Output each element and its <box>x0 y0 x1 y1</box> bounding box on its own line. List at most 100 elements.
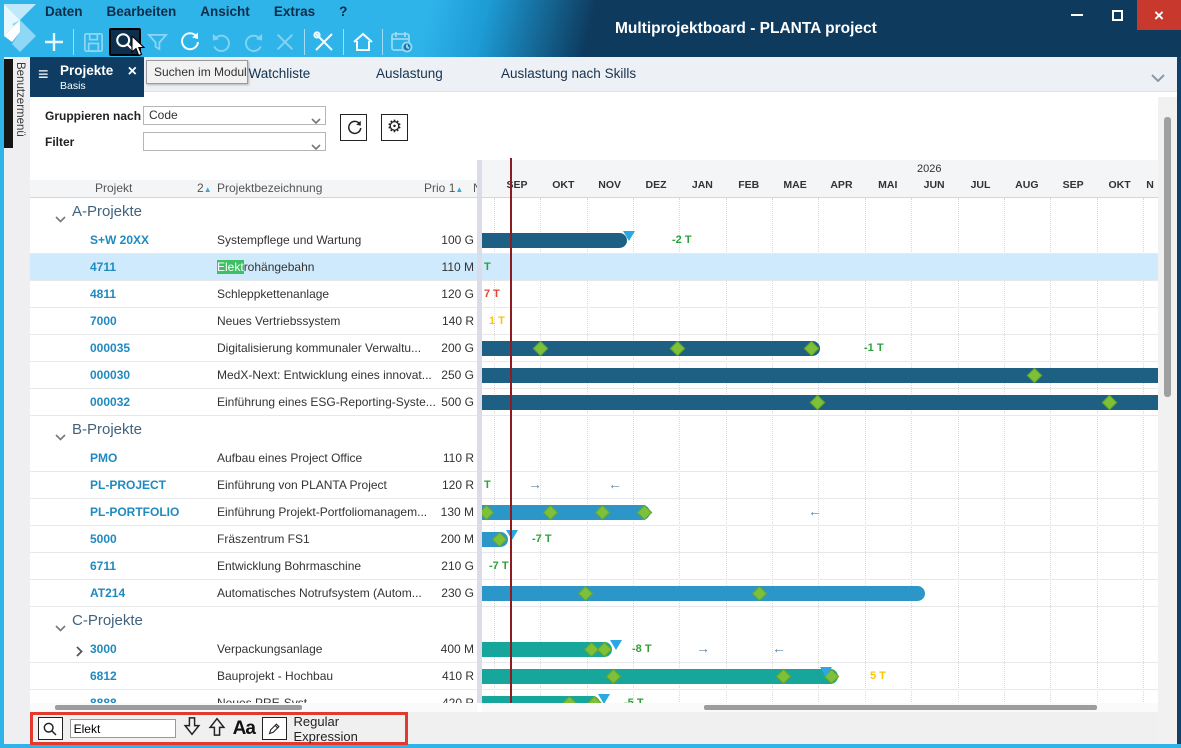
menu-daten[interactable]: Daten <box>45 4 83 19</box>
highlight-marker-icon[interactable] <box>262 717 287 740</box>
table-row[interactable]: 000030MedX-Next: Entwicklung eines innov… <box>30 362 1158 389</box>
minimize-button[interactable] <box>1057 0 1097 30</box>
gantt-bar[interactable] <box>482 586 925 601</box>
tab-close-icon[interactable]: × <box>128 64 137 80</box>
project-code[interactable]: 5000 <box>90 532 117 546</box>
close-module-icon[interactable] <box>269 28 301 56</box>
table-row[interactable]: 6711Entwicklung Bohrmaschine210 G-7 T <box>30 553 1158 580</box>
project-code[interactable]: 4711 <box>90 260 116 274</box>
match-case-button[interactable]: Aa <box>233 718 255 740</box>
project-code[interactable]: PL-PORTFOLIO <box>90 505 179 519</box>
calendar-clock-icon[interactable] <box>386 28 418 56</box>
table-row[interactable]: AT214Automatisches Notrufsystem (Autom..… <box>30 580 1158 607</box>
group-by-select[interactable]: Code <box>143 106 326 125</box>
menu-bearbeiten[interactable]: Bearbeiten <box>107 4 177 19</box>
arrow-left-icon[interactable]: ← <box>608 476 622 492</box>
table-row[interactable]: 5000Fräszentrum FS1200 M-7 T <box>30 526 1158 553</box>
table-row[interactable]: S+W 20XXSystempflege und Wartung100 G-2 … <box>30 227 1158 254</box>
project-code[interactable]: 3000 <box>90 642 117 656</box>
table-row[interactable]: 000035Digitalisierung kommunaler Verwalt… <box>30 335 1158 362</box>
project-code[interactable]: S+W 20XX <box>90 233 149 247</box>
gantt-vscrollbar[interactable] <box>1158 97 1177 744</box>
close-button[interactable]: × <box>1137 0 1181 30</box>
module-settings-button[interactable]: ⚙ <box>381 114 408 141</box>
chevron-down-icon[interactable] <box>55 619 66 637</box>
end-marker-triangle[interactable] <box>506 530 518 540</box>
col-projekt[interactable]: Projekt <box>95 181 132 195</box>
project-code[interactable]: 6711 <box>90 559 116 573</box>
table-row[interactable]: PL-PROJECTEinführung von PLANTA Project1… <box>30 472 1158 499</box>
gantt-hscrollbar[interactable] <box>482 703 1158 712</box>
redo-icon[interactable] <box>237 28 269 56</box>
table-hscrollbar[interactable] <box>30 703 477 712</box>
table-row[interactable]: PL-PORTFOLIOEinführung Projekt-Portfolio… <box>30 499 1158 526</box>
menu-extras[interactable]: Extras <box>274 4 315 19</box>
project-code[interactable]: 4811 <box>90 287 116 301</box>
tab-projekte-active[interactable]: ≡ Projekte Basis × <box>30 57 144 97</box>
chevron-down-icon[interactable] <box>1151 69 1165 87</box>
table-row[interactable]: 000032Einführung eines ESG-Reporting-Sys… <box>30 389 1158 416</box>
table-row[interactable]: 6812Bauprojekt - Hochbau410 R5 T <box>30 663 1158 690</box>
project-code[interactable]: PL-PROJECT <box>90 478 166 492</box>
filter-select[interactable] <box>143 132 326 151</box>
search-icon[interactable] <box>38 717 63 740</box>
menu-ansicht[interactable]: Ansicht <box>200 4 250 19</box>
table-row[interactable]: 7000Neues Vertriebssystem140 R1 T <box>30 308 1158 335</box>
gantt-bar[interactable] <box>482 696 600 703</box>
refresh-icon[interactable] <box>173 28 205 56</box>
gantt-vscroll-thumb[interactable] <box>1164 117 1171 397</box>
col-prio[interactable]: Prio 1▲ <box>424 181 463 195</box>
table-row[interactable]: 8888Neues PRE-Syst...420 R-5 T <box>30 690 1158 703</box>
group-row[interactable]: C-Projekte <box>30 607 1158 636</box>
tools-icon[interactable] <box>308 28 340 56</box>
hamburger-icon[interactable]: ≡ <box>38 65 49 83</box>
group-row[interactable]: A-Projekte <box>30 198 1158 227</box>
project-code[interactable]: 6812 <box>90 669 117 683</box>
end-marker-triangle[interactable] <box>820 667 832 677</box>
table-row[interactable]: 4711Elektrohängebahn110 MT <box>30 254 1158 281</box>
project-code[interactable]: 7000 <box>90 314 117 328</box>
tab-auslastung-nach-skills[interactable]: Auslastung nach Skills <box>501 66 636 81</box>
module-refresh-button[interactable] <box>340 114 367 141</box>
find-previous-icon[interactable] <box>208 717 226 741</box>
arrow-right-icon[interactable]: → <box>696 640 710 656</box>
table-row[interactable]: 3000Verpackungsanlage400 M→←-8 T <box>30 636 1158 663</box>
project-code[interactable]: 8888 <box>90 696 117 703</box>
pane-divider[interactable] <box>477 160 482 703</box>
tab-auslastung[interactable]: Auslastung <box>376 66 443 81</box>
col-bezeichnung[interactable]: Projektbezeichnung <box>217 181 322 195</box>
gantt-bar[interactable] <box>482 233 627 248</box>
project-code[interactable]: 000030 <box>90 368 130 382</box>
chevron-down-icon[interactable] <box>55 428 66 446</box>
col-sort-2[interactable]: 2▲ <box>197 181 212 195</box>
home-icon[interactable] <box>347 28 379 56</box>
chevron-right-icon[interactable] <box>76 644 83 662</box>
chevron-down-icon[interactable] <box>55 210 66 228</box>
table-row[interactable]: PMOAufbau eines Project Office110 R <box>30 445 1158 472</box>
group-row[interactable]: B-Projekte <box>30 416 1158 445</box>
menu-help[interactable]: ? <box>339 4 347 19</box>
project-code[interactable]: AT214 <box>90 586 125 600</box>
table-row[interactable]: 4811Schleppkettenanlage120 G7 T <box>30 281 1158 308</box>
arrow-left-icon[interactable]: ← <box>808 503 822 519</box>
regex-toggle[interactable]: Regular Expression <box>294 714 406 744</box>
arrow-left-icon[interactable]: ← <box>772 640 786 656</box>
find-next-icon[interactable] <box>183 717 201 741</box>
end-marker-triangle[interactable] <box>623 231 635 241</box>
table-hscroll-thumb[interactable] <box>55 705 302 710</box>
arrow-right-icon[interactable]: → <box>528 476 542 492</box>
maximize-button[interactable] <box>1097 0 1137 30</box>
gantt-bar[interactable] <box>482 505 650 520</box>
end-marker-triangle[interactable] <box>598 694 610 703</box>
project-code[interactable]: 000032 <box>90 395 130 409</box>
user-menu-strip[interactable]: Benutzermenü <box>4 57 30 744</box>
add-icon[interactable] <box>38 28 70 56</box>
save-icon[interactable] <box>77 28 109 56</box>
gantt-hscroll-thumb[interactable] <box>704 705 1097 710</box>
undo-icon[interactable] <box>205 28 237 56</box>
project-code[interactable]: 000035 <box>90 341 130 355</box>
gantt-bar[interactable] <box>482 368 1158 383</box>
end-marker-triangle[interactable] <box>610 640 622 650</box>
search-input[interactable] <box>70 719 176 738</box>
project-code[interactable]: PMO <box>90 451 117 465</box>
